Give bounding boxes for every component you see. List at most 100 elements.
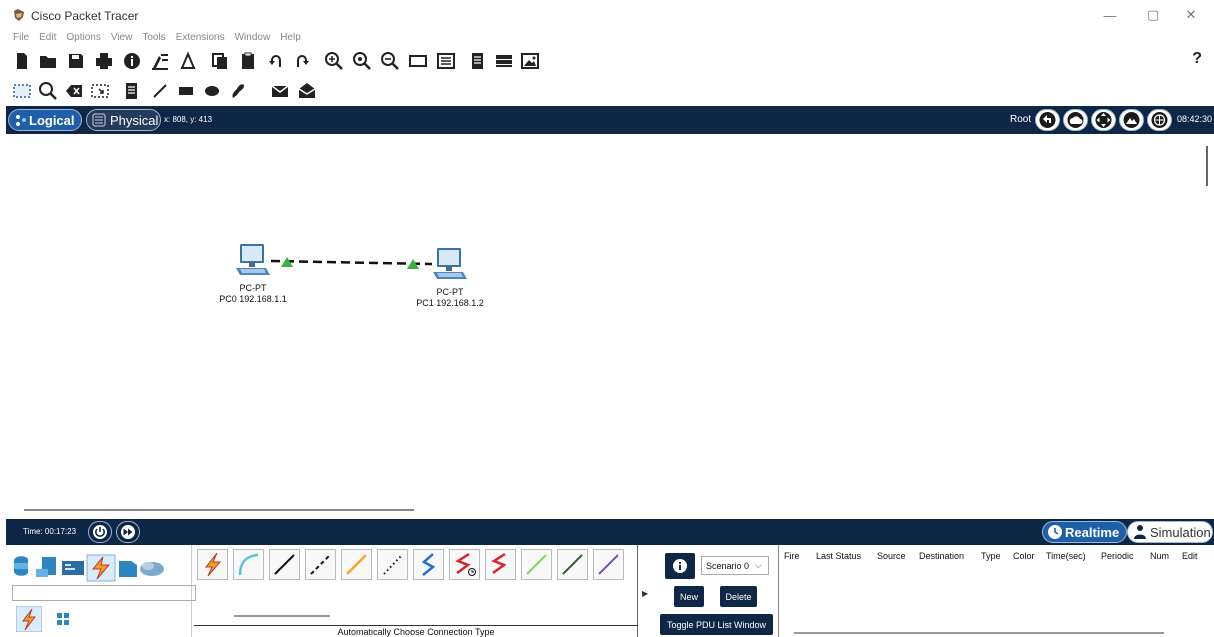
- window-title: Cisco Packet Tracer: [31, 9, 139, 23]
- delete-scenario-button[interactable]: Delete: [720, 586, 757, 607]
- logical-workspace-canvas[interactable]: PC-PT PC0 192.168.1.1 PC-PT PC1 192.168.…: [6, 134, 1202, 512]
- image-icon[interactable]: [520, 51, 540, 71]
- network-devices-icon[interactable]: [14, 556, 28, 576]
- serial-dte-icon[interactable]: [485, 549, 516, 580]
- automatic-connection-icon[interactable]: [197, 549, 228, 580]
- collapse-arrow-icon[interactable]: ▶: [642, 589, 648, 598]
- new-icon[interactable]: [12, 51, 32, 71]
- multiuser-connection-icon[interactable]: [140, 562, 164, 576]
- paste-icon[interactable]: [238, 51, 258, 71]
- save-icon[interactable]: [66, 51, 86, 71]
- tab-physical[interactable]: Physical: [86, 109, 161, 131]
- zoom-out-icon[interactable]: [380, 51, 400, 71]
- fiber-icon[interactable]: [341, 549, 372, 580]
- connection-scrollbar[interactable]: [234, 615, 330, 617]
- iot-custom-cable-icon[interactable]: [557, 549, 588, 580]
- set-background-button[interactable]: [1119, 109, 1144, 131]
- zoom-in-icon[interactable]: [324, 51, 344, 71]
- cluster-button[interactable]: [1063, 109, 1088, 131]
- serial-dce-icon[interactable]: [449, 549, 480, 580]
- simple-pdu-icon[interactable]: [270, 81, 290, 101]
- rectangle-icon[interactable]: [408, 51, 428, 71]
- reset-time-button[interactable]: [88, 521, 112, 543]
- end-devices-icon[interactable]: [36, 557, 56, 577]
- vertical-scrollbar[interactable]: [1202, 134, 1214, 512]
- resize-icon[interactable]: [90, 81, 110, 101]
- delete-icon[interactable]: [64, 81, 84, 101]
- ellipse-icon[interactable]: [202, 81, 222, 101]
- toggle-pdu-list-button[interactable]: Toggle PDU List Window: [660, 614, 773, 635]
- device-category-panel: [6, 545, 196, 637]
- freeform-icon[interactable]: [228, 81, 248, 101]
- back-button[interactable]: [1035, 109, 1060, 131]
- cloud-icon: [1067, 112, 1084, 128]
- rectangle-fill-icon[interactable]: [176, 81, 196, 101]
- open-icon[interactable]: [38, 51, 58, 71]
- tab-physical-label: Physical: [110, 112, 159, 128]
- notes-icon[interactable]: [468, 51, 488, 71]
- minimize-button[interactable]: —: [1087, 0, 1133, 30]
- components-icon[interactable]: [62, 561, 84, 575]
- menu-extensions[interactable]: Extensions: [176, 32, 225, 43]
- octal-cable-icon[interactable]: [521, 549, 552, 580]
- bottom-panel: Automatically Choose Connection Type ▶ S…: [0, 545, 1214, 637]
- note-icon[interactable]: [122, 81, 142, 101]
- menu-help[interactable]: Help: [280, 32, 301, 43]
- move-object-button[interactable]: [1091, 109, 1116, 131]
- usb-cable-icon[interactable]: [593, 549, 624, 580]
- inspect-icon[interactable]: [38, 81, 58, 101]
- menu-view[interactable]: View: [111, 32, 133, 43]
- copper-straight-through-icon[interactable]: [269, 549, 300, 580]
- tab-simulation[interactable]: Simulation: [1127, 521, 1213, 543]
- menu-file[interactable]: File: [13, 32, 29, 43]
- scenario-info-button[interactable]: [665, 553, 695, 579]
- connection-subtype-selected-icon[interactable]: [16, 606, 42, 632]
- tab-logical[interactable]: Logical: [8, 109, 82, 131]
- viewport-button[interactable]: [1147, 109, 1172, 131]
- scenario-select[interactable]: Scenario 0 ⌵: [701, 556, 769, 575]
- horizontal-scroll-thumb[interactable]: [24, 509, 414, 511]
- fast-forward-button[interactable]: [116, 521, 140, 543]
- phone-cable-icon[interactable]: [377, 549, 408, 580]
- col-type: Type: [981, 551, 1001, 561]
- console-cable-icon[interactable]: [233, 549, 264, 580]
- device-pc0[interactable]: PC-PT PC0 192.168.1.1: [218, 242, 288, 305]
- pdu-scrollbar[interactable]: [794, 632, 1164, 634]
- palette-icon[interactable]: [436, 51, 456, 71]
- custom-device-icon[interactable]: [178, 51, 198, 71]
- copy-icon[interactable]: [210, 51, 230, 71]
- select-icon[interactable]: [12, 81, 32, 101]
- device-search-input[interactable]: [12, 585, 196, 601]
- menu-tools[interactable]: Tools: [142, 32, 165, 43]
- print-icon[interactable]: [94, 51, 114, 71]
- clock-icon: [1048, 525, 1062, 539]
- physical-workspace-icon: [92, 113, 106, 127]
- line-icon[interactable]: [150, 81, 170, 101]
- device-template-icon[interactable]: [494, 51, 514, 71]
- coaxial-icon[interactable]: [413, 549, 444, 580]
- menu-bar: File Edit Options View Tools Extensions …: [0, 28, 311, 46]
- redo-icon[interactable]: [292, 51, 312, 71]
- device-pc1[interactable]: PC-PT PC1 192.168.1.2: [410, 246, 490, 309]
- copper-cross-over-icon[interactable]: [305, 549, 336, 580]
- activity-wizard-icon[interactable]: [150, 51, 170, 71]
- title-bar: Cisco Packet Tracer — ▢ ✕: [0, 0, 1214, 30]
- info-icon[interactable]: [122, 51, 142, 71]
- copper-cross-over-link[interactable]: [270, 259, 433, 266]
- vertical-scroll-thumb[interactable]: [1206, 146, 1208, 186]
- help-button[interactable]: ?: [1192, 50, 1202, 68]
- menu-window[interactable]: Window: [235, 32, 271, 43]
- new-scenario-button[interactable]: New: [674, 586, 704, 607]
- close-button[interactable]: ✕: [1168, 0, 1214, 30]
- complex-pdu-icon[interactable]: [297, 81, 317, 101]
- grid-view-icon[interactable]: [55, 611, 71, 627]
- undo-icon[interactable]: [266, 51, 286, 71]
- zoom-reset-icon[interactable]: [352, 51, 372, 71]
- connections-category-icon[interactable]: [86, 554, 116, 582]
- menu-options[interactable]: Options: [66, 32, 100, 43]
- miscellaneous-icon[interactable]: [119, 561, 137, 577]
- menu-edit[interactable]: Edit: [39, 32, 56, 43]
- tab-realtime[interactable]: Realtime: [1042, 521, 1127, 543]
- col-edit: Edit: [1182, 551, 1198, 561]
- cursor-coordinates: x: 808, y: 413: [164, 115, 213, 124]
